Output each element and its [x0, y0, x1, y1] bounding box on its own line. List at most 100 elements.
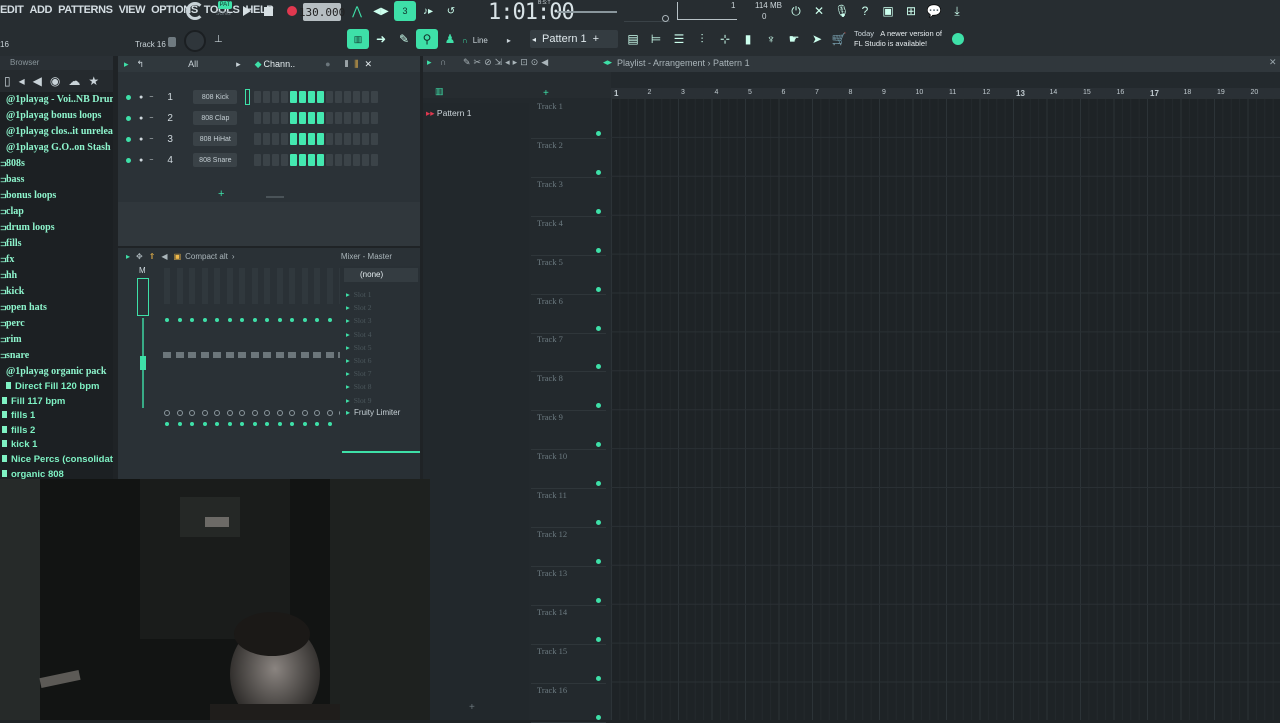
- strip-knob[interactable]: [226, 410, 233, 416]
- strip-fader[interactable]: [163, 352, 171, 358]
- strip-send-led[interactable]: [315, 422, 319, 426]
- step-button[interactable]: [299, 133, 307, 145]
- track-header[interactable]: Track 10: [537, 451, 567, 461]
- track-mute-led[interactable]: [596, 558, 601, 564]
- strip-knob[interactable]: [314, 410, 320, 416]
- step-button[interactable]: [344, 91, 352, 103]
- mixer-speaker-icon[interactable]: ◀: [161, 252, 167, 261]
- strip-send-led[interactable]: [227, 422, 232, 426]
- track-mute-led[interactable]: [596, 481, 601, 487]
- browser-file[interactable]: Fill 117 bpm: [0, 395, 113, 410]
- browser-folder[interactable]: ⊐808s: [0, 156, 113, 172]
- track-mute-led[interactable]: [596, 714, 601, 720]
- snap-selector[interactable]: ∩ Line ▸: [462, 33, 522, 47]
- effect-slot[interactable]: ▸ Slot 4: [346, 330, 371, 339]
- step-button[interactable]: [254, 154, 262, 166]
- strip-fader[interactable]: [213, 352, 221, 358]
- strip-led[interactable]: [265, 318, 269, 322]
- track-header[interactable]: Track 5: [537, 257, 563, 267]
- step-button[interactable]: [254, 133, 262, 145]
- track-header[interactable]: Track 12: [537, 529, 567, 539]
- channel-row[interactable]: ● − 1 808 Kick: [118, 88, 380, 106]
- browser-speaker-icon[interactable]: ◀: [33, 74, 42, 88]
- channel-select-led[interactable]: [245, 152, 250, 168]
- channel-name-button[interactable]: 808 Snare: [193, 153, 238, 167]
- effect-slot[interactable]: ▸ Slot 6: [346, 356, 371, 365]
- pat-song-switch[interactable]: PAT SONG: [214, 1, 236, 21]
- strip-send-led[interactable]: [240, 422, 244, 426]
- playlist-magnet-icon[interactable]: ∩: [440, 57, 446, 67]
- rack-scroll-handle[interactable]: [266, 196, 284, 198]
- mixer-strip[interactable]: [250, 268, 260, 426]
- play-button[interactable]: [236, 1, 258, 21]
- step-button[interactable]: [317, 91, 325, 103]
- channel-name-button[interactable]: 808 Kick: [193, 90, 238, 104]
- news-globe-icon[interactable]: [952, 33, 964, 45]
- strip-knob[interactable]: [264, 410, 270, 416]
- mixer-button[interactable]: ⫶: [691, 29, 713, 49]
- channel-row[interactable]: ● − 4 808 Snare: [118, 151, 380, 169]
- step-button[interactable]: [335, 112, 343, 124]
- browser-folder[interactable]: ⊐fills: [0, 236, 113, 252]
- browser-folder[interactable]: ⊐fx: [0, 252, 113, 268]
- step-button[interactable]: [308, 133, 316, 145]
- browser-folder[interactable]: @1playag G.O..on Stash Kit: [0, 140, 113, 156]
- strip-led[interactable]: [290, 318, 294, 322]
- browser-folder[interactable]: ⊐clap: [0, 204, 113, 220]
- strip-fader[interactable]: [188, 352, 196, 358]
- strip-fader[interactable]: [175, 352, 184, 358]
- step-button[interactable]: [371, 112, 379, 124]
- step-button[interactable]: [281, 91, 289, 103]
- strip-knob[interactable]: [251, 410, 258, 416]
- channel-pan-knob[interactable]: ●: [139, 157, 143, 164]
- chat-button[interactable]: 💬: [923, 1, 945, 21]
- plugin-button[interactable]: ⊞: [900, 1, 922, 21]
- mixer-strip[interactable]: [237, 268, 247, 426]
- track-mute-led[interactable]: [596, 286, 601, 292]
- step-button[interactable]: [272, 154, 280, 166]
- channel-pan-knob[interactable]: ●: [139, 136, 143, 143]
- step-button[interactable]: [344, 112, 352, 124]
- mixer-strip[interactable]: [175, 268, 185, 426]
- browser-file[interactable]: fills 1: [0, 409, 113, 424]
- strip-led[interactable]: [240, 318, 244, 322]
- mixer-strip[interactable]: [225, 268, 235, 426]
- track-header[interactable]: Track 11: [537, 490, 567, 500]
- step-button[interactable]: [362, 133, 370, 145]
- browser-folder[interactable]: @1playag - Voi..NB Drum Kit): [0, 92, 113, 108]
- draw-tool-button[interactable]: ✎: [393, 29, 415, 49]
- piano-roll-mode-button[interactable]: ▥: [347, 29, 369, 49]
- browser-file[interactable]: kick 1: [0, 438, 113, 453]
- main-volume-knob[interactable]: [184, 30, 206, 52]
- strip-fader[interactable]: [275, 352, 284, 358]
- step-button[interactable]: [299, 91, 307, 103]
- wait-input-button[interactable]: ◀▶: [370, 1, 392, 21]
- step-button[interactable]: [353, 91, 361, 103]
- strip-send-led[interactable]: [177, 422, 182, 426]
- step-button[interactable]: [353, 154, 361, 166]
- rack-close-icon[interactable]: ✕: [364, 59, 372, 70]
- strip-led[interactable]: [202, 318, 207, 322]
- menu-view[interactable]: VIEW: [119, 4, 146, 16]
- browser-cloud-icon[interactable]: ☁: [68, 74, 80, 88]
- stop-button[interactable]: [257, 1, 279, 21]
- news-panel[interactable]: Today A newer version of FL Studio is av…: [854, 29, 954, 51]
- effect-slot[interactable]: ▸ Slot 9: [346, 396, 371, 405]
- track-header[interactable]: Track 9: [537, 412, 563, 422]
- strip-knob[interactable]: [214, 410, 220, 416]
- browser-files-icon[interactable]: ▯: [4, 74, 11, 88]
- browser-folder[interactable]: @1playag organic pack: [0, 364, 113, 380]
- channel-rack-button[interactable]: ☰: [668, 29, 690, 49]
- rack-graph-icon[interactable]: ⫴: [345, 59, 349, 70]
- step-button[interactable]: [290, 133, 298, 145]
- strip-knob[interactable]: [289, 410, 295, 416]
- step-button[interactable]: [344, 133, 352, 145]
- browser-file[interactable]: fills 2: [0, 424, 113, 439]
- shop-button[interactable]: 🛒: [828, 29, 850, 49]
- mic-button[interactable]: 🎙: [831, 1, 853, 21]
- metronome-button[interactable]: ⋀: [346, 1, 368, 21]
- playlist-close-icon[interactable]: ✕: [1269, 57, 1277, 68]
- browser-folder[interactable]: ⊐drum loops: [0, 220, 113, 236]
- strip-send-led[interactable]: [327, 422, 332, 426]
- mixer-strip[interactable]: [300, 268, 310, 426]
